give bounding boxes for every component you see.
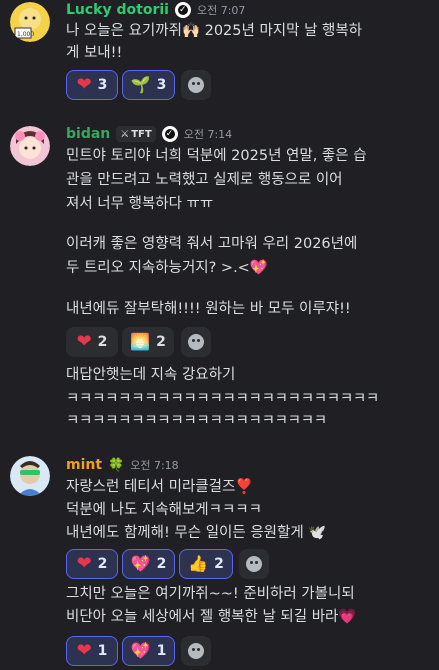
clover-emoji-icon: 🍀 — [108, 457, 125, 473]
message-text: 자랑스런 테티서 미라클걸즈❣️ — [66, 479, 254, 495]
message-text: 민트야 토리야 너희 덕분에 2025년 연말, 좋은 습 — [66, 148, 367, 164]
add-reaction-button[interactable] — [239, 549, 269, 579]
smiley-icon — [188, 643, 204, 659]
reaction-count: 2 — [156, 334, 166, 350]
message-header: bidan ⚔ TFT ✓ 오전 7:14 — [66, 126, 232, 142]
message-text: 두 트리오 지속하능거지? >.<💖 — [66, 260, 268, 276]
reaction-sunrise[interactable]: 🌅 2 — [122, 327, 174, 357]
message-text: 관을 만드려고 노력했고 실제로 행동으로 이어 — [66, 172, 343, 188]
avatar[interactable]: 1,000 — [10, 2, 50, 42]
reaction-sprout[interactable]: 🌱 3 — [122, 70, 175, 100]
heart-icon: ❤ — [76, 640, 92, 661]
add-reaction-button[interactable] — [181, 636, 211, 666]
username[interactable]: mint — [66, 457, 102, 473]
reaction-sparkling-heart[interactable]: 💖 1 — [122, 636, 175, 666]
reaction-heart[interactable]: ❤ 3 — [66, 70, 118, 100]
guild-tag[interactable]: ⚔ TFT — [116, 126, 156, 142]
svg-text:1,000: 1,000 — [17, 31, 34, 38]
avatar[interactable] — [10, 126, 50, 166]
reaction-thumbs-up[interactable]: 👍 2 — [179, 549, 233, 579]
username[interactable]: bidan — [66, 126, 110, 142]
sword-icon: ⚔ — [120, 128, 130, 140]
message-text: ㅋㅋㅋㅋㅋㅋㅋㅋㅋㅋㅋㅋㅋㅋㅋㅋㅋㅋㅋㅋㅋㅋㅋㅋ — [66, 391, 379, 407]
verified-badge-icon: ✓ — [161, 126, 178, 142]
message-text: 나 오늘은 요기까쥐🙌🏻 2025년 마지막 날 행복하 — [66, 23, 363, 39]
timestamp: 오전 7:18 — [130, 459, 179, 472]
reaction-count: 3 — [97, 77, 108, 93]
message-text: 져서 너무 행복하다 ㅠㅠ — [66, 196, 214, 212]
reaction-heart[interactable]: ❤ 2 — [66, 327, 118, 357]
avatar[interactable] — [10, 456, 50, 496]
reaction-count: 1 — [97, 643, 108, 659]
sparkling-heart-emoji-icon: 💖 — [130, 554, 151, 573]
reaction-count: 3 — [156, 77, 167, 93]
reaction-count: 2 — [214, 556, 224, 572]
guild-tag-label: TFT — [131, 128, 152, 140]
message-text: 비단아 오늘 세상에서 젤 행복한 날 되길 바라💗 — [66, 609, 357, 625]
reaction-count: 2 — [97, 334, 108, 350]
message-header: mint 🍀 오전 7:18 — [66, 457, 179, 473]
reaction-heart[interactable]: ❤ 1 — [66, 636, 118, 666]
message-text: 내년에도 함께해! 무슨 일이든 응원할게 🕊️ — [66, 525, 327, 541]
verified-badge-icon: ✓ — [174, 2, 191, 18]
username[interactable]: Lucky dotorii — [66, 2, 169, 18]
heart-icon: ❤ — [76, 74, 92, 95]
reaction-heart[interactable]: ❤ 2 — [66, 549, 118, 579]
message-text: 덕분에 나도 지속해보게ㅋㅋㅋㅋ — [66, 502, 262, 518]
smiley-icon — [246, 556, 262, 572]
timestamp: 오전 7:14 — [183, 128, 233, 141]
reaction-sparkling-heart[interactable]: 💖 2 — [122, 549, 175, 579]
message-header: Lucky dotorii ✓ 오전 7:07 — [66, 2, 245, 18]
add-reaction-button[interactable] — [181, 327, 211, 357]
smiley-icon — [188, 77, 204, 93]
reaction-count: 2 — [156, 556, 167, 572]
thumbs-up-emoji-icon: 👍 — [188, 554, 209, 573]
sunrise-emoji-icon: 🌅 — [130, 332, 151, 351]
heart-icon: ❤ — [76, 331, 92, 352]
message-text: 게 보내!! — [66, 45, 123, 61]
reaction-count: 1 — [156, 643, 167, 659]
message-text: 대답안햇는데 지속 강요하기 — [66, 367, 236, 383]
smiley-icon — [188, 334, 204, 350]
message-text: ㅋㅋㅋㅋㅋㅋㅋㅋㅋㅋㅋㅋㅋㅋㅋㅋㅋㅋㅋㅋ — [66, 413, 327, 429]
sparkling-heart-emoji-icon: 💖 — [130, 641, 151, 660]
message-text: 이러캐 좋은 영향력 줘서 고마워 우리 2026년에 — [66, 236, 358, 252]
timestamp: 오전 7:07 — [196, 4, 246, 17]
message-text: 내년에듀 잘부탁해!!!! 원하는 바 모두 이루쟈!! — [66, 301, 351, 317]
reaction-count: 2 — [97, 556, 108, 572]
message-text: 그치만 오늘은 여기까쥐~~! 준비하러 가볼니되 — [66, 586, 355, 602]
add-reaction-button[interactable] — [181, 70, 211, 100]
sprout-emoji-icon: 🌱 — [130, 75, 151, 94]
heart-icon: ❤ — [76, 553, 92, 574]
